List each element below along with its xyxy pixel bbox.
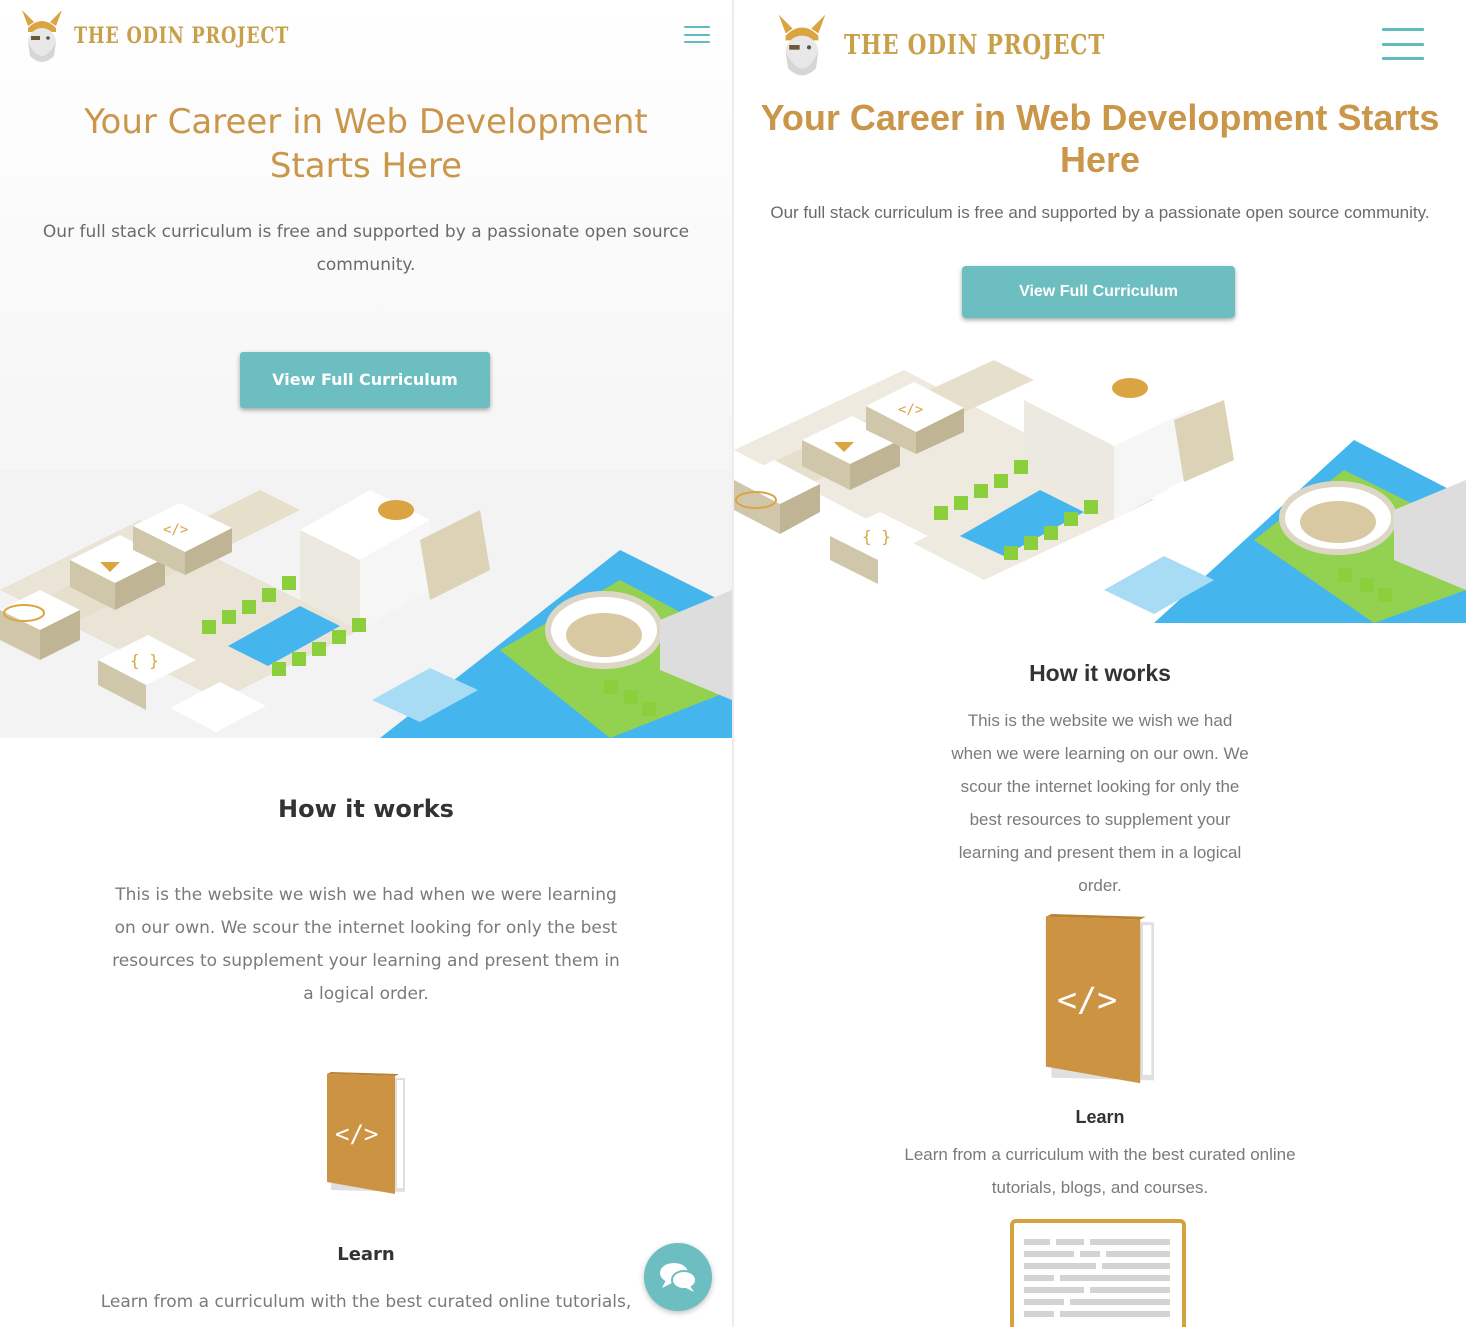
- svg-text:{ }: { }: [130, 651, 159, 670]
- hero-subtitle: Our full stack curriculum is free and su…: [42, 222, 690, 275]
- svg-text:</>: </>: [163, 522, 188, 538]
- article-page-icon: [1010, 1219, 1186, 1327]
- city-illustration: </> { }: [0, 470, 732, 738]
- odin-viking-logo-icon: [778, 14, 826, 76]
- mobile-view-right: THE ODIN PROJECT Your Career in Web Deve…: [734, 0, 1466, 1327]
- brand-link[interactable]: THE ODIN PROJECT: [774, 10, 1170, 80]
- feature-learn-title: Learn: [1075, 1107, 1125, 1127]
- code-book-icon: </>: [323, 1072, 409, 1200]
- brand-name: THE ODIN PROJECT: [74, 23, 290, 49]
- svg-text:</>: </>: [898, 402, 923, 418]
- mobile-view-left: THE ODIN PROJECT Your Career in Web Deve…: [0, 0, 732, 1327]
- brand-link[interactable]: THE ODIN PROJECT: [18, 6, 343, 66]
- view-curriculum-button[interactable]: View Full Curriculum: [962, 266, 1235, 318]
- svg-text:{ }: { }: [862, 527, 891, 546]
- how-it-works-body: This is the website we wish we had when …: [951, 711, 1249, 895]
- odin-viking-logo-icon: [22, 10, 62, 62]
- hero-title: Your Career in Web Development Starts He…: [84, 102, 648, 186]
- feature-learn-title: Learn: [337, 1244, 395, 1265]
- hero-title: Your Career in Web Development Starts He…: [760, 97, 1440, 180]
- svg-text:</>: </>: [335, 1120, 378, 1148]
- svg-text:</>: </>: [1057, 980, 1117, 1019]
- view-curriculum-button[interactable]: View Full Curriculum: [240, 352, 490, 408]
- hero-subtitle: Our full stack curriculum is free and su…: [770, 203, 1430, 222]
- hamburger-menu-icon[interactable]: [1382, 28, 1424, 60]
- feature-learn-text: Learn from a curriculum with the best cu…: [100, 1292, 632, 1312]
- city-illustration: </> { }: [734, 350, 1466, 623]
- feature-learn-text: Learn from a curriculum with the best cu…: [904, 1145, 1296, 1197]
- chat-button[interactable]: [644, 1243, 712, 1311]
- brand-name: THE ODIN PROJECT: [844, 29, 1106, 61]
- how-it-works-body: This is the website we wish we had when …: [112, 885, 620, 1004]
- hamburger-menu-icon[interactable]: [684, 26, 710, 43]
- code-book-icon: </>: [1040, 914, 1160, 1090]
- how-it-works-heading: How it works: [278, 795, 454, 823]
- chat-bubbles-icon: [660, 1263, 697, 1292]
- how-it-works-heading: How it works: [1029, 660, 1171, 686]
